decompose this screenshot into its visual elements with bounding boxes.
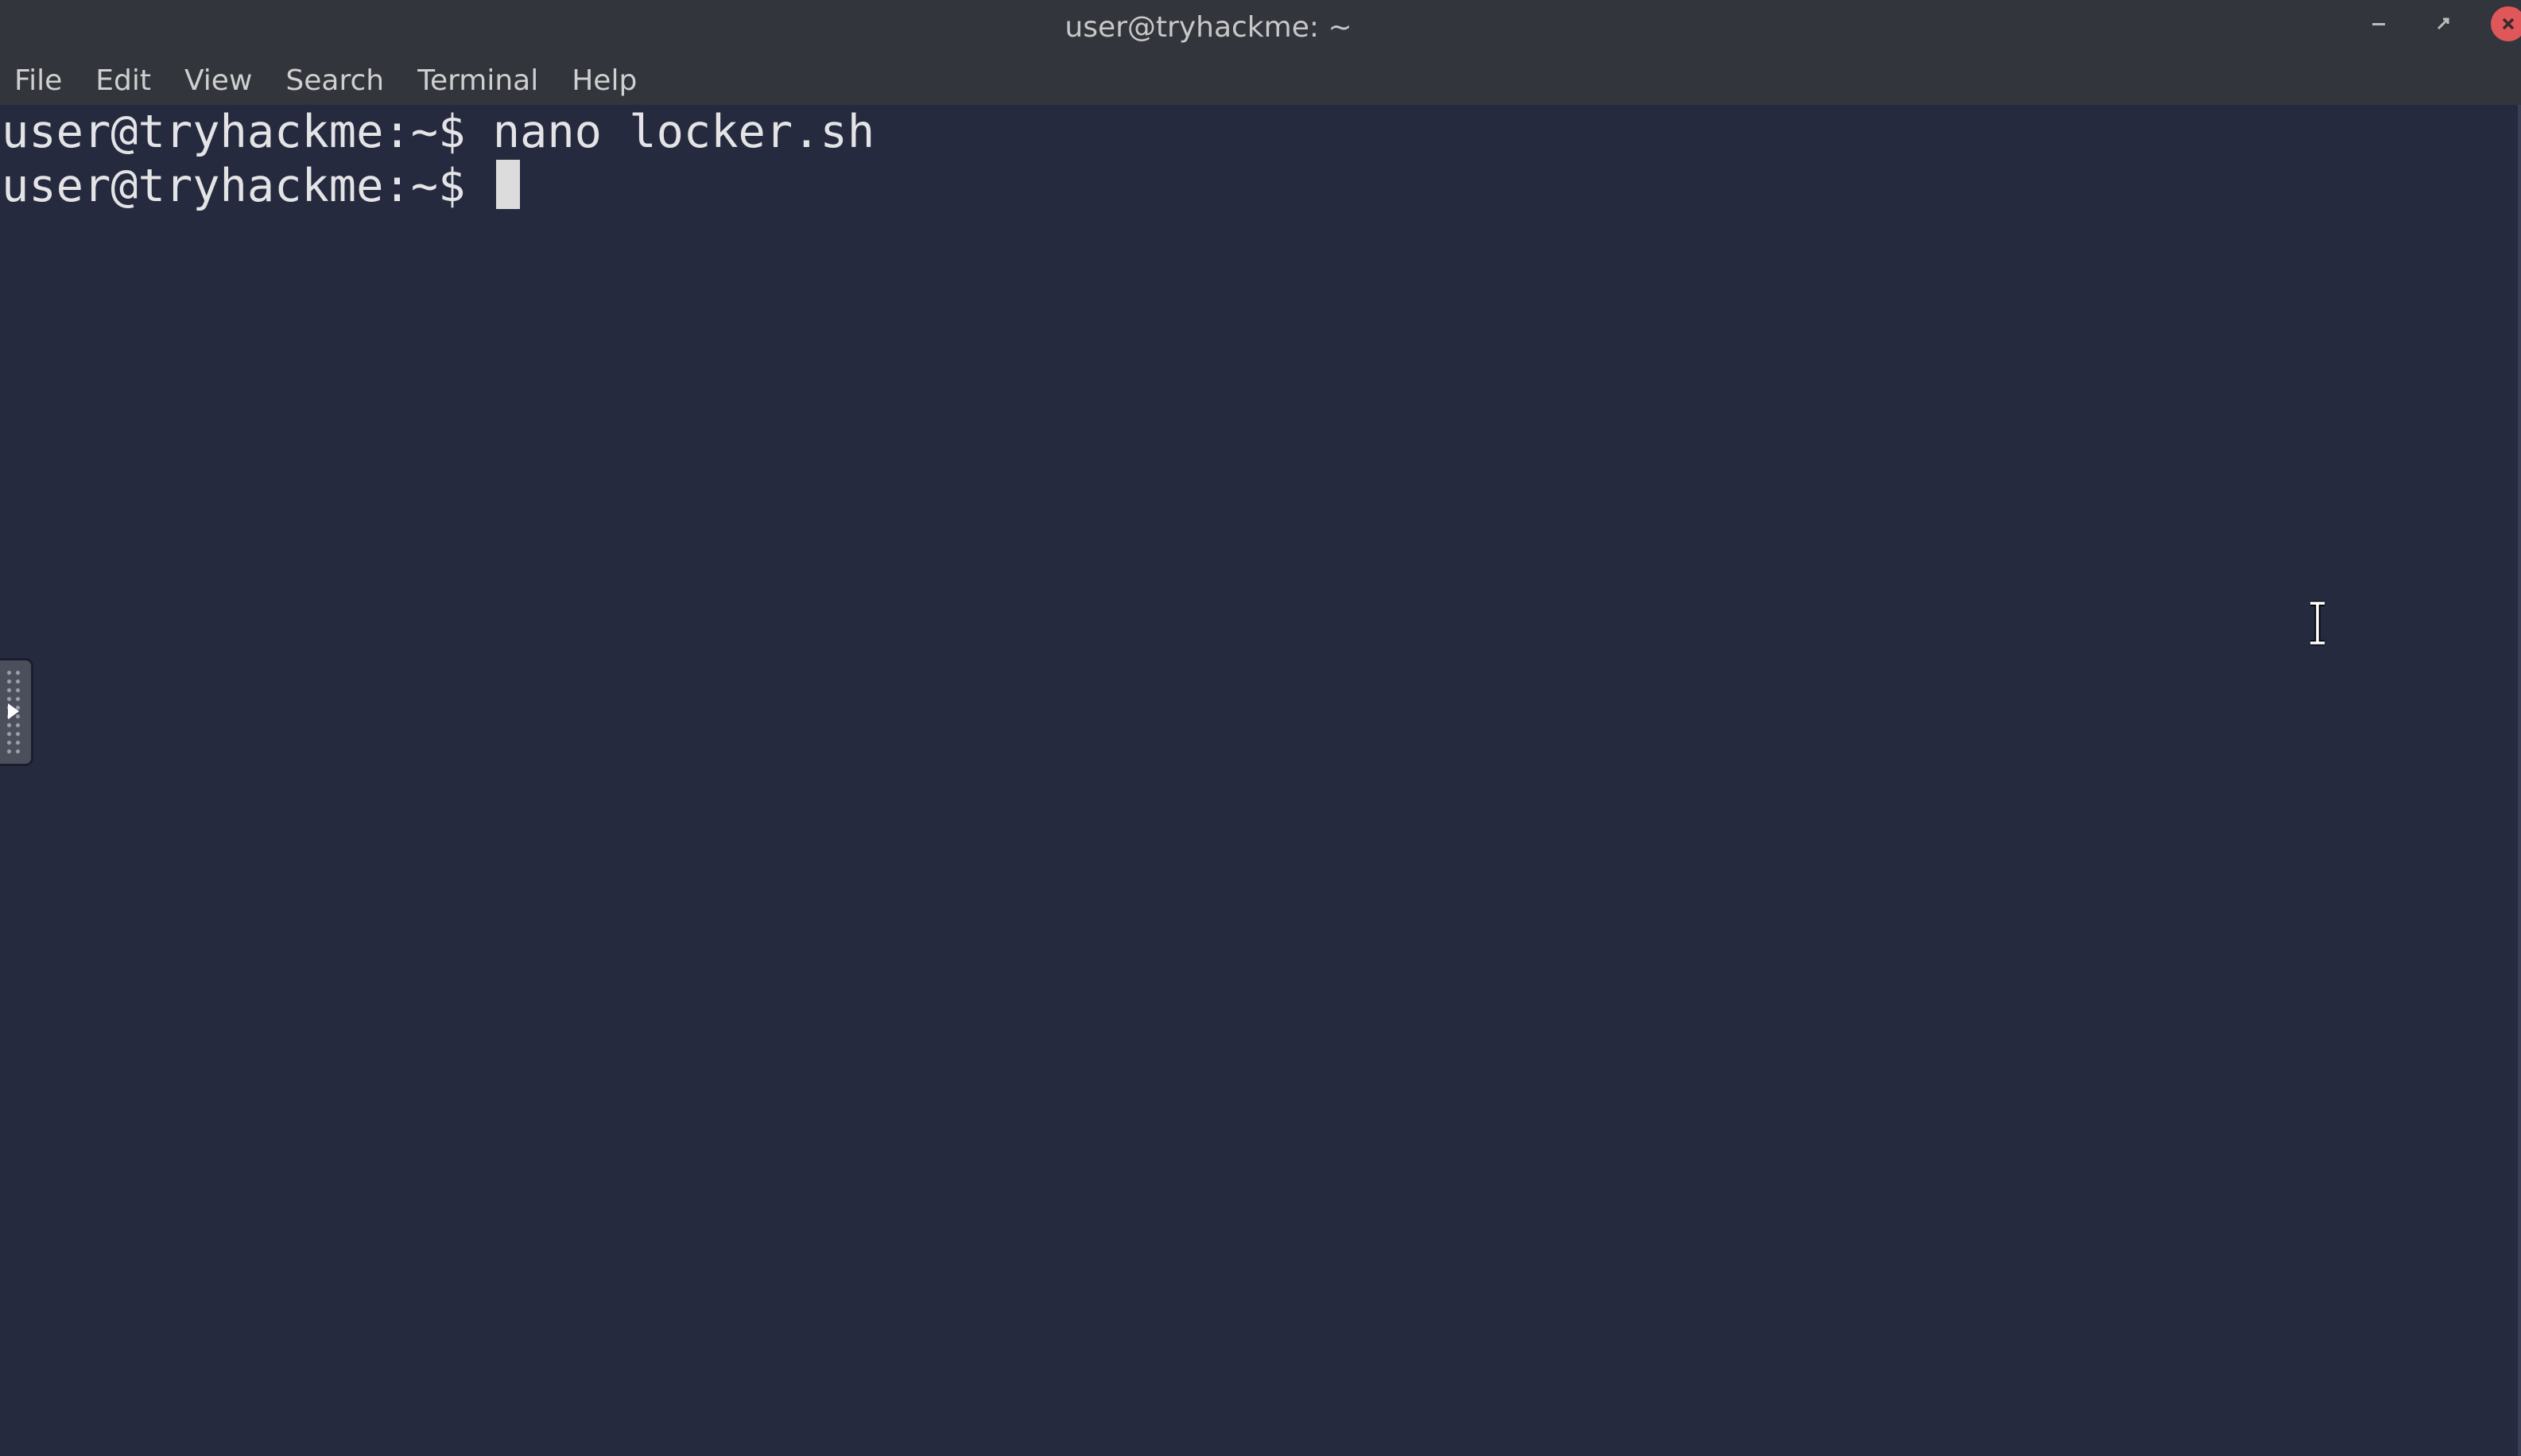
- terminal-line-text: user@tryhackme:~$ nano locker.sh: [2, 106, 875, 158]
- menu-help[interactable]: Help: [572, 61, 637, 100]
- text-cursor: [495, 160, 520, 209]
- terminal-line: user@tryhackme:~$: [2, 159, 520, 213]
- menu-edit[interactable]: Edit: [95, 61, 151, 100]
- close-icon: [2502, 17, 2515, 30]
- ibeam-cursor-icon: [2310, 601, 2325, 645]
- minimize-icon: [2372, 23, 2385, 25]
- menu-search[interactable]: Search: [285, 61, 384, 100]
- title-bar[interactable]: user@tryhackme: ~: [0, 0, 2521, 56]
- terminal-line: user@tryhackme:~$ nano locker.sh: [2, 105, 875, 159]
- side-panel-handle[interactable]: [0, 658, 33, 766]
- menu-terminal[interactable]: Terminal: [417, 61, 538, 100]
- menu-file[interactable]: File: [14, 61, 62, 100]
- maximize-button[interactable]: [2419, 0, 2467, 48]
- play-arrow-icon: [8, 703, 19, 719]
- terminal-window: user@tryhackme: ~ File Edit View Search …: [0, 0, 2521, 1456]
- restore-icon: [2437, 17, 2449, 30]
- menu-bar: File Edit View Search Terminal Help: [0, 56, 2521, 105]
- terminal-area[interactable]: user@tryhackme:~$ nano locker.sh user@tr…: [0, 105, 2521, 1456]
- close-button-circle: [2491, 6, 2521, 41]
- window-title: user@tryhackme: ~: [1065, 11, 1352, 44]
- close-button[interactable]: [2484, 0, 2521, 48]
- terminal-prompt: user@tryhackme:~$: [2, 160, 493, 212]
- menu-view[interactable]: View: [184, 61, 252, 100]
- minimize-button[interactable]: [2355, 0, 2403, 48]
